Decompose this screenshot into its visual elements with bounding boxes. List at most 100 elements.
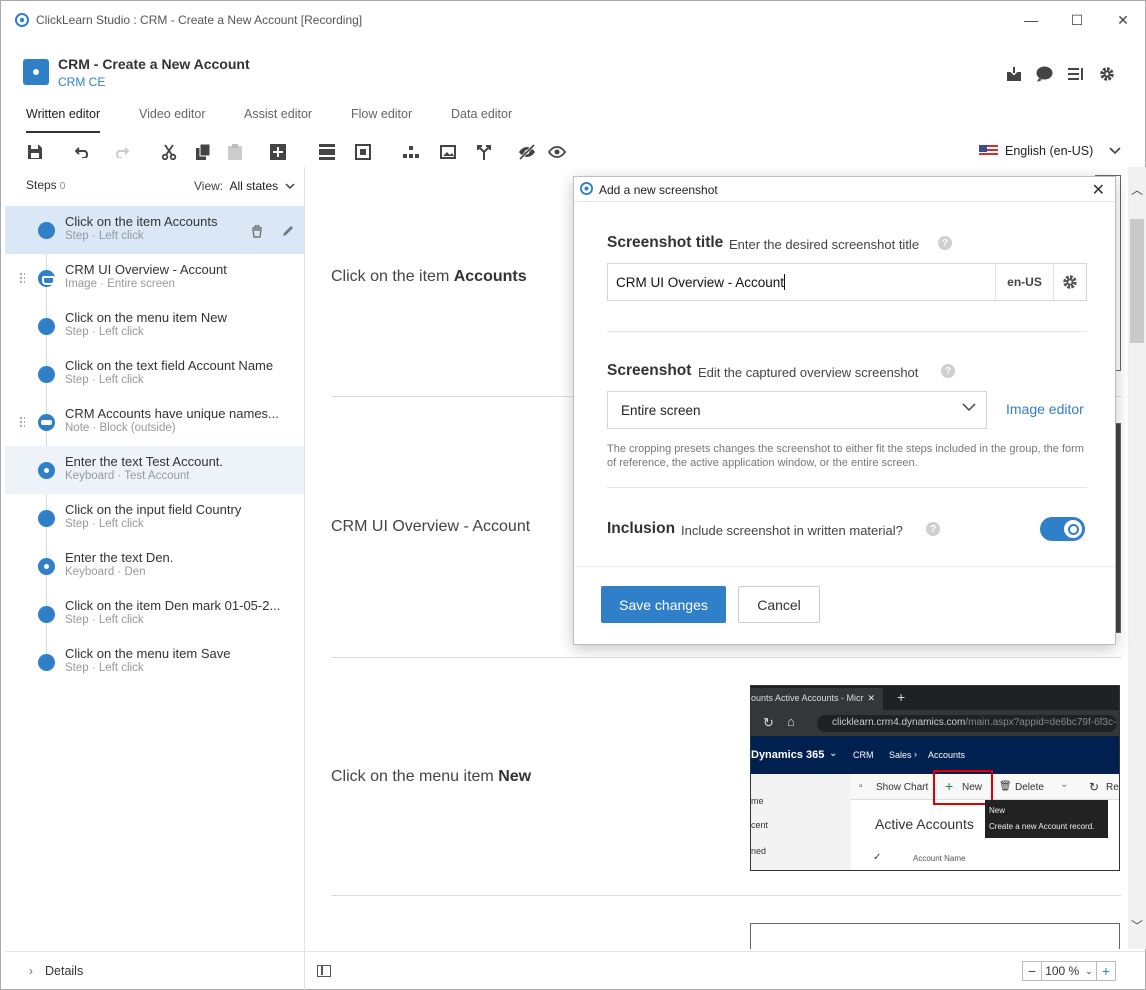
cut-icon[interactable] — [159, 143, 179, 161]
content-step-accounts[interactable]: Click on the item Accounts — [331, 268, 527, 286]
divider — [607, 487, 1087, 488]
chevron-down-icon — [284, 183, 295, 190]
steps-count: 0 — [59, 181, 66, 192]
zoom-level[interactable]: 100 % ⌄ — [1042, 961, 1096, 981]
language-selector[interactable]: English (en-US) — [979, 144, 1121, 158]
add-step-icon[interactable] — [268, 143, 288, 161]
details-toggle[interactable]: › Details — [5, 951, 304, 989]
scrollbar-thumb[interactable] — [1130, 219, 1144, 343]
d365-show-chart: Show Chart — [876, 782, 929, 793]
outline-icon[interactable] — [1067, 65, 1084, 82]
image-editor-link[interactable]: Image editor — [1006, 401, 1084, 417]
hide-icon[interactable] — [517, 143, 537, 161]
step-dot-icon — [38, 222, 55, 239]
close-button[interactable]: ✕ — [1100, 1, 1146, 39]
d365-crumb: Accounts — [928, 750, 966, 760]
document-subtitle[interactable]: CRM CE — [58, 75, 105, 89]
list-item[interactable]: CRM Accounts have unique names... Note ·… — [5, 398, 304, 446]
image-icon[interactable] — [438, 143, 458, 161]
text-caret — [784, 274, 786, 290]
chevron-right-icon: › — [914, 749, 917, 759]
preview-icon[interactable] — [547, 143, 567, 161]
drag-handle-icon[interactable] — [19, 416, 25, 428]
help-icon[interactable]: ? — [941, 364, 955, 378]
help-icon[interactable]: ? — [938, 236, 952, 250]
tab-written-editor[interactable]: Written editor — [26, 107, 101, 133]
list-item[interactable]: CRM UI Overview - Account Image · Entire… — [5, 254, 304, 302]
language-code[interactable]: en-US — [995, 264, 1053, 300]
list-item[interactable]: Click on the input field Country Step · … — [5, 494, 304, 542]
screenshot-title-input[interactable]: CRM UI Overview - Account — [608, 264, 995, 300]
list-item[interactable]: Click on the menu item Save Step · Left … — [5, 638, 304, 686]
edit-icon[interactable] — [281, 224, 295, 238]
insert-group-icon[interactable] — [317, 143, 337, 161]
tab-video-editor[interactable]: Video editor — [139, 107, 206, 121]
chevron-down-icon — [962, 403, 976, 412]
content-scrollbar[interactable]: ︿ ﹀ — [1128, 167, 1146, 949]
screenshot-title-field[interactable]: CRM UI Overview - Account en-US — [607, 263, 1087, 301]
list-item[interactable]: Enter the text Test Account. Keyboard · … — [5, 446, 304, 494]
gear-icon[interactable] — [1053, 264, 1086, 300]
list-item[interactable]: Click on the menu item New Step · Left c… — [5, 302, 304, 350]
crop-hint: The cropping presets changes the screens… — [607, 443, 1084, 469]
download-icon[interactable] — [1005, 65, 1022, 82]
comment-icon[interactable] — [1036, 65, 1053, 82]
chevron-down-icon[interactable]: ﹀ — [1131, 917, 1143, 934]
save-icon[interactable] — [25, 143, 45, 161]
cancel-button[interactable]: Cancel — [738, 586, 820, 623]
language-label: English (en-US) — [1005, 144, 1094, 158]
list-item[interactable]: Click on the text field Account Name Ste… — [5, 350, 304, 398]
browser-tab: ounts Active Accounts - Micr ✕ — [751, 688, 883, 710]
crop-preset-select[interactable]: Entire screen — [607, 391, 987, 429]
content-step-new[interactable]: Click on the menu item New — [331, 768, 531, 786]
us-flag-icon — [979, 145, 998, 157]
paste-icon — [225, 143, 245, 161]
step-sub: Keyboard · Den — [65, 566, 146, 578]
save-changes-button[interactable]: Save changes — [601, 586, 726, 623]
minimize-button[interactable]: — — [1008, 1, 1054, 39]
branch-icon[interactable] — [474, 143, 494, 161]
screenshot-thumbnail[interactable] — [750, 923, 1120, 949]
chevron-up-icon[interactable]: ︿ — [1131, 181, 1143, 198]
step-sub: Step · Left click — [65, 230, 144, 242]
zoom-out-button[interactable]: − — [1022, 961, 1042, 981]
d365-crumb: Sales — [889, 750, 912, 760]
list-item[interactable]: Enter the text Den. Keyboard · Den — [5, 542, 304, 590]
step-dot-icon — [38, 654, 55, 671]
content-step-overview[interactable]: CRM UI Overview - Account — [331, 518, 530, 536]
step-dot-icon — [38, 510, 55, 527]
list-item[interactable]: Click on the item Den mark 01-05-2... St… — [5, 590, 304, 638]
inclusion-toggle[interactable] — [1040, 517, 1085, 541]
toggle-knob — [1064, 520, 1082, 538]
keyboard-step-icon — [38, 462, 55, 479]
step-label: Click on the text field Account Name — [65, 358, 274, 373]
tooltip: New Create a new Account record. — [985, 800, 1108, 838]
reload-icon: ↻ — [763, 715, 774, 730]
maximize-button[interactable]: ☐ — [1054, 1, 1100, 39]
zoom-in-button[interactable]: + — [1096, 961, 1116, 981]
copy-icon[interactable] — [193, 143, 213, 161]
tab-data-editor[interactable]: Data editor — [451, 107, 512, 121]
help-icon[interactable]: ? — [926, 522, 940, 536]
dialog-body: Screenshot title Enter the desired scree… — [574, 201, 1115, 566]
step-sub: Step · Left click — [65, 518, 144, 530]
undo-icon[interactable] — [73, 143, 93, 161]
steps-label: Steps — [26, 178, 57, 192]
tab-flow-editor[interactable]: Flow editor — [351, 107, 412, 121]
list-item[interactable]: Click on the item Accounts Step · Left c… — [5, 206, 304, 254]
view-filter[interactable]: View: All states — [194, 179, 295, 193]
close-icon[interactable]: ✕ — [1092, 180, 1105, 200]
drag-handle-icon[interactable] — [19, 272, 25, 284]
gear-icon[interactable] — [1098, 65, 1115, 82]
step-label: Click on the input field Country — [65, 502, 242, 517]
steps-panel: Steps 0 View: All states Click on the ite… — [5, 169, 304, 949]
content-step-text: CRM UI Overview - Account — [331, 518, 531, 535]
insert-screenshot-icon[interactable] — [353, 143, 373, 161]
embedded-screenshot[interactable]: ounts Active Accounts - Micr ✕ + ↻ ⌂ clic… — [750, 685, 1120, 871]
structure-icon[interactable] — [401, 143, 421, 161]
panel-toggle-icon[interactable] — [317, 965, 331, 977]
tab-assist-editor[interactable]: Assist editor — [244, 107, 312, 121]
refresh-icon: ↻ — [1089, 780, 1100, 794]
delete-icon[interactable] — [250, 224, 264, 238]
url-path: /main.aspx?appid=de6bc79f-6f3c-e — [965, 717, 1117, 728]
